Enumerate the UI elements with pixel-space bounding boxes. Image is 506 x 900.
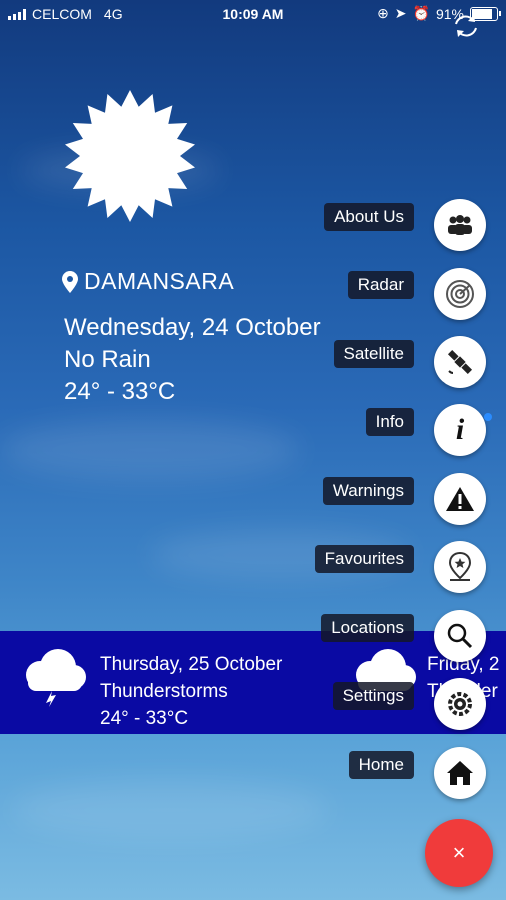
menu-label-favourites[interactable]: Favourites (314, 545, 414, 573)
menu-label-settings[interactable]: Settings (332, 682, 414, 710)
close-menu-button[interactable]: × (425, 819, 493, 887)
group-icon (448, 215, 472, 235)
radar-icon (446, 280, 474, 308)
menu-label-satellite[interactable]: Satellite (333, 340, 414, 368)
favourite-pin-icon (448, 552, 472, 581)
info-button[interactable]: i (434, 404, 486, 456)
home-icon (447, 761, 473, 785)
alarm-icon: ⏰ (412, 5, 430, 21)
settings-button[interactable] (434, 678, 486, 730)
thunder-cloud-icon (26, 649, 86, 707)
satellite-button[interactable] (434, 336, 486, 388)
radar-button[interactable] (434, 268, 486, 320)
forecast-temp-range: 24° - 33°C (100, 708, 189, 729)
menu-label-radar[interactable]: Radar (347, 271, 414, 299)
search-icon (447, 623, 473, 649)
locations-button[interactable] (434, 610, 486, 662)
menu-label-locations[interactable]: Locations (321, 614, 414, 642)
close-icon: × (452, 840, 466, 865)
cloud-wisp (0, 420, 300, 480)
today-temp-range: 24° - 33°C (64, 378, 176, 405)
satellite-icon (447, 349, 473, 375)
location-label: DAMANSARA (62, 268, 234, 295)
warnings-button[interactable] (434, 473, 486, 525)
status-bar: CELCOM 4G 10:09 AM ⊕ ➤ ⏰ 91% (0, 0, 506, 28)
today-date: Wednesday, 24 October (64, 314, 321, 341)
menu-label-about-us[interactable]: About Us (324, 203, 414, 231)
menu-label-info[interactable]: Info (365, 408, 414, 436)
forecast-condition: Thunderstorms (100, 681, 228, 702)
settings-icon (448, 692, 472, 716)
cloud-wisp (10, 780, 330, 840)
home-button[interactable] (434, 747, 486, 799)
forecast-day[interactable]: Thursday, 25 October Thunderstorms 24° -… (100, 651, 282, 732)
lock-rotation-icon: ⊕ (377, 5, 389, 21)
forecast-date: Thursday, 25 October (100, 654, 283, 675)
location-pin-icon (62, 270, 78, 293)
today-summary: Wednesday, 24 October No Rain 24° - 33°C (64, 312, 321, 408)
favourites-button[interactable] (434, 541, 486, 593)
about-us-button[interactable] (434, 199, 486, 251)
sun-icon (65, 90, 195, 222)
warning-icon (446, 487, 474, 511)
menu-label-home[interactable]: Home (348, 751, 414, 779)
refresh-icon[interactable] (452, 12, 480, 40)
location-arrow-icon: ➤ (394, 5, 407, 21)
location-name: DAMANSARA (84, 268, 235, 294)
page-indicator-dot (484, 413, 492, 421)
info-icon: i (455, 413, 465, 446)
today-condition: No Rain (64, 346, 151, 373)
menu-label-warnings[interactable]: Warnings (322, 477, 414, 505)
